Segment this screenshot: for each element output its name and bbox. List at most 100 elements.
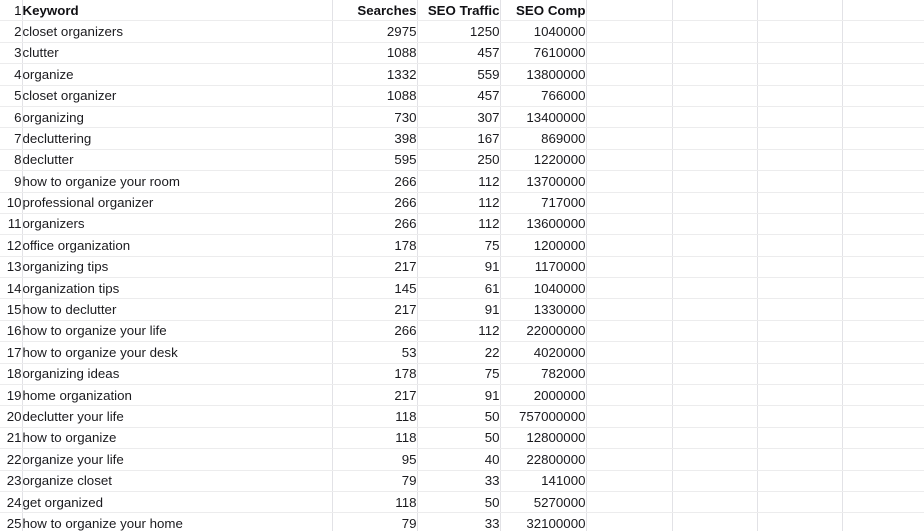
cell-empty[interactable]	[672, 448, 758, 471]
cell-searches[interactable]: 217	[332, 256, 418, 279]
cell-empty[interactable]	[842, 85, 924, 107]
cell-empty[interactable]	[842, 63, 924, 86]
row-number-cell[interactable]: 14	[0, 277, 23, 300]
cell-empty[interactable]	[672, 106, 758, 129]
cell-empty[interactable]	[586, 512, 673, 531]
cell-empty[interactable]	[586, 0, 673, 22]
cell-empty[interactable]	[757, 20, 843, 43]
cell-empty[interactable]	[842, 491, 924, 514]
table-row[interactable]: 2 closet organizers 2975 1250 1040000	[0, 20, 924, 43]
cell-empty[interactable]	[757, 384, 843, 407]
cell-empty[interactable]	[757, 192, 843, 214]
table-header-row[interactable]: 1 Keyword Searches SEO Traffic SEO Comp	[0, 0, 924, 22]
cell-seo-traffic[interactable]: 33	[417, 470, 501, 492]
cell-empty[interactable]	[757, 127, 843, 150]
cell-empty[interactable]	[842, 192, 924, 214]
cell-empty[interactable]	[586, 256, 673, 279]
cell-keyword[interactable]: how to organize your desk	[22, 341, 333, 364]
row-number-cell[interactable]: 3	[0, 42, 23, 65]
cell-seo-comp[interactable]: 22000000	[500, 320, 587, 343]
cell-keyword[interactable]: declutter	[22, 149, 333, 172]
cell-empty[interactable]	[586, 384, 673, 407]
cell-empty[interactable]	[672, 363, 758, 386]
cell-empty[interactable]	[757, 234, 843, 257]
cell-keyword[interactable]: organizing	[22, 106, 333, 129]
table-row[interactable]: 4 organize 1332 559 13800000	[0, 63, 924, 86]
cell-seo-comp[interactable]: 766000	[500, 85, 587, 107]
cell-searches[interactable]: 79	[332, 512, 418, 531]
cell-empty[interactable]	[586, 42, 673, 65]
cell-empty[interactable]	[757, 213, 843, 236]
cell-empty[interactable]	[672, 127, 758, 150]
cell-keyword[interactable]: get organized	[22, 491, 333, 514]
cell-empty[interactable]	[586, 85, 673, 107]
cell-empty[interactable]	[672, 85, 758, 107]
cell-searches[interactable]: 595	[332, 149, 418, 172]
table-row[interactable]: 6 organizing 730 307 13400000	[0, 106, 924, 129]
cell-empty[interactable]	[757, 491, 843, 514]
row-number-cell[interactable]: 22	[0, 448, 23, 471]
cell-empty[interactable]	[586, 341, 673, 364]
cell-empty[interactable]	[586, 127, 673, 150]
cell-keyword[interactable]: how to organize your life	[22, 320, 333, 343]
cell-empty[interactable]	[586, 170, 673, 193]
row-number-cell[interactable]: 2	[0, 20, 23, 43]
cell-empty[interactable]	[672, 149, 758, 172]
cell-empty[interactable]	[672, 491, 758, 514]
row-number-cell[interactable]: 5	[0, 85, 23, 107]
cell-empty[interactable]	[842, 234, 924, 257]
cell-seo-traffic[interactable]: 112	[417, 213, 501, 236]
table-row[interactable]: 18 organizing ideas 178 75 782000	[0, 363, 924, 386]
cell-searches[interactable]: 1088	[332, 42, 418, 65]
cell-searches[interactable]: 217	[332, 298, 418, 321]
cell-seo-traffic[interactable]: 307	[417, 106, 501, 129]
cell-keyword[interactable]: organization tips	[22, 277, 333, 300]
cell-empty[interactable]	[586, 192, 673, 214]
cell-keyword[interactable]: decluttering	[22, 127, 333, 150]
cell-seo-traffic[interactable]: 40	[417, 448, 501, 471]
cell-searches[interactable]: 178	[332, 234, 418, 257]
cell-empty[interactable]	[842, 405, 924, 428]
cell-searches[interactable]: 1332	[332, 63, 418, 86]
cell-seo-traffic[interactable]: 75	[417, 363, 501, 386]
cell-searches[interactable]: 53	[332, 341, 418, 364]
cell-empty[interactable]	[672, 192, 758, 214]
cell-seo-comp[interactable]: 757000000	[500, 405, 587, 428]
row-number-cell[interactable]: 15	[0, 298, 23, 321]
row-number-cell[interactable]: 10	[0, 192, 23, 214]
row-number-cell[interactable]: 21	[0, 427, 23, 450]
cell-seo-comp[interactable]: 782000	[500, 363, 587, 386]
cell-keyword[interactable]: how to declutter	[22, 298, 333, 321]
cell-searches[interactable]: 398	[332, 127, 418, 150]
cell-empty[interactable]	[672, 20, 758, 43]
cell-empty[interactable]	[757, 0, 843, 22]
cell-seo-traffic[interactable]: 91	[417, 384, 501, 407]
cell-empty[interactable]	[672, 405, 758, 428]
cell-empty[interactable]	[842, 341, 924, 364]
cell-searches[interactable]: 118	[332, 491, 418, 514]
table-row[interactable]: 14 organization tips 145 61 1040000	[0, 277, 924, 300]
table-row[interactable]: 25 how to organize your home 79 33 32100000	[0, 512, 924, 531]
cell-seo-comp[interactable]: 4020000	[500, 341, 587, 364]
cell-empty[interactable]	[586, 470, 673, 492]
row-number-cell[interactable]: 16	[0, 320, 23, 343]
cell-empty[interactable]	[586, 63, 673, 86]
row-number-cell[interactable]: 25	[0, 512, 23, 531]
row-number-cell[interactable]: 9	[0, 170, 23, 193]
cell-empty[interactable]	[757, 149, 843, 172]
table-row[interactable]: 20 declutter your life 118 50 757000000	[0, 405, 924, 428]
column-header-seo-traffic[interactable]: SEO Traffic	[417, 0, 501, 22]
table-row[interactable]: 13 organizing tips 217 91 1170000	[0, 256, 924, 279]
cell-empty[interactable]	[586, 277, 673, 300]
cell-searches[interactable]: 95	[332, 448, 418, 471]
cell-empty[interactable]	[586, 405, 673, 428]
cell-seo-traffic[interactable]: 167	[417, 127, 501, 150]
cell-seo-comp[interactable]: 13700000	[500, 170, 587, 193]
cell-empty[interactable]	[672, 170, 758, 193]
table-row[interactable]: 16 how to organize your life 266 112 2200000…	[0, 320, 924, 343]
row-number-cell[interactable]: 23	[0, 470, 23, 492]
cell-empty[interactable]	[842, 20, 924, 43]
table-row[interactable]: 12 office organization 178 75 1200000	[0, 234, 924, 257]
row-number-cell[interactable]: 6	[0, 106, 23, 129]
cell-empty[interactable]	[757, 341, 843, 364]
